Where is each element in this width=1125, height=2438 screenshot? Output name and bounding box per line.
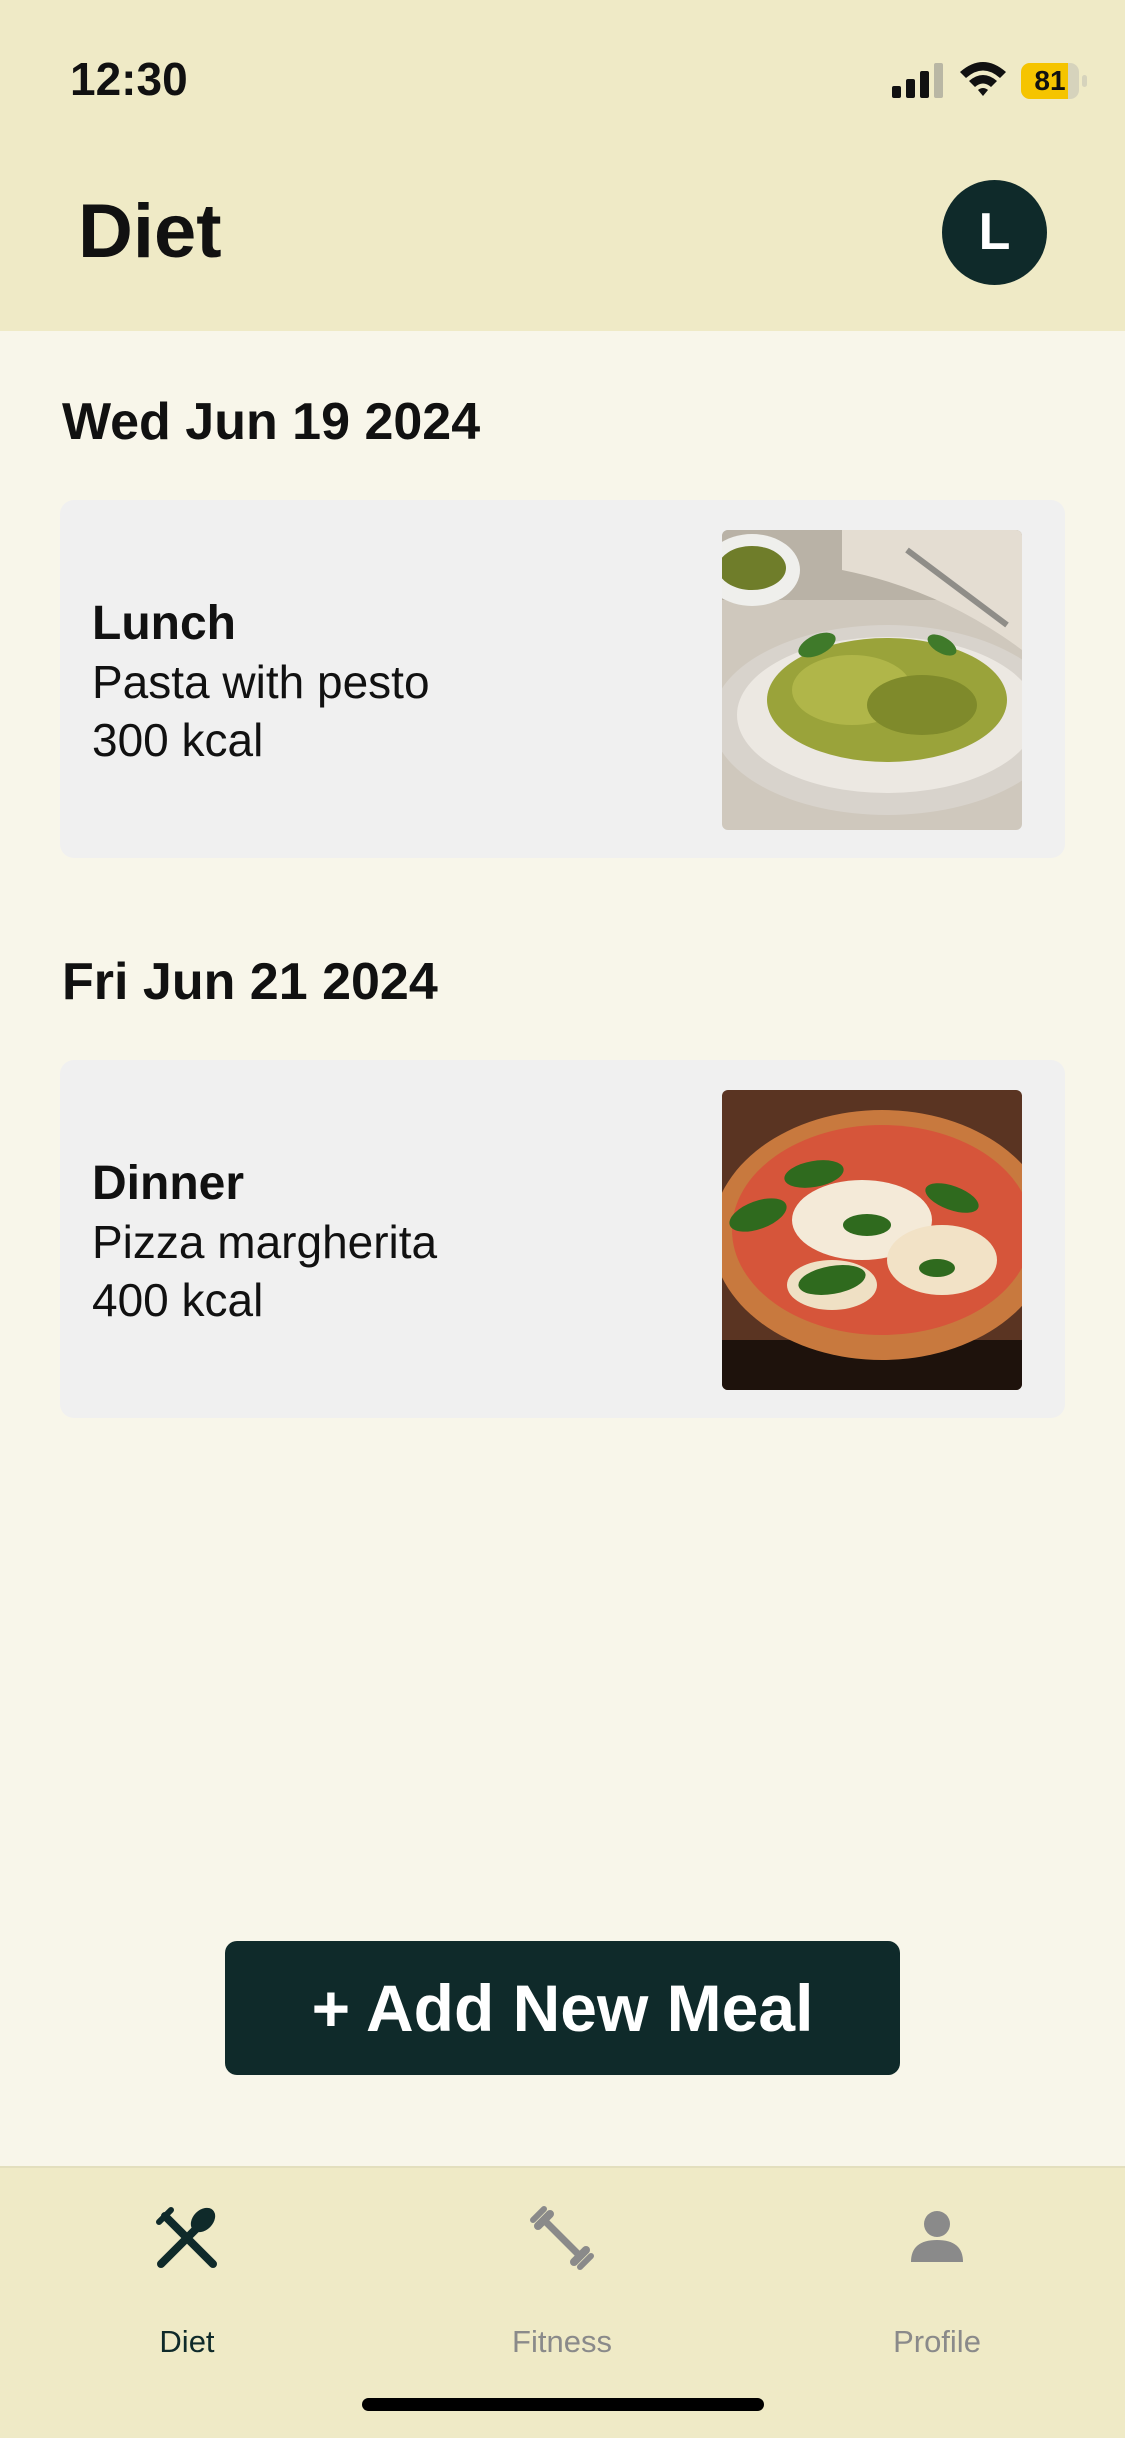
tab-label: Fitness bbox=[512, 2324, 612, 2359]
meal-card-lunch[interactable]: Lunch Pasta with pesto 300 kcal bbox=[60, 500, 1065, 858]
meal-calories: 300 kcal bbox=[92, 714, 264, 766]
dumbbell-icon bbox=[530, 2206, 594, 2270]
meal-name: Pasta with pesto bbox=[92, 656, 430, 708]
battery-level: 81 bbox=[1034, 65, 1066, 96]
header: 12:30 81 Diet L bbox=[0, 0, 1125, 331]
meal-type: Lunch bbox=[92, 597, 236, 650]
tab-fitness[interactable]: Fitness bbox=[437, 2168, 687, 2368]
wifi-icon bbox=[960, 62, 1006, 96]
meal-calories: 400 kcal bbox=[92, 1274, 264, 1326]
date-heading: Fri Jun 21 2024 bbox=[62, 953, 438, 1011]
battery-icon: 81 bbox=[1021, 63, 1087, 99]
tab-profile[interactable]: Profile bbox=[812, 2168, 1062, 2368]
status-time: 12:30 bbox=[70, 53, 188, 105]
tab-label: Profile bbox=[893, 2324, 981, 2359]
pasta-pesto-photo bbox=[722, 530, 1022, 830]
meal-type: Dinner bbox=[92, 1157, 245, 1210]
cellular-signal-icon bbox=[892, 63, 943, 98]
avatar[interactable]: L bbox=[942, 180, 1047, 285]
page-title: Diet bbox=[78, 189, 222, 274]
date-heading: Wed Jun 19 2024 bbox=[62, 393, 481, 451]
add-meal-button[interactable]: + Add New Meal bbox=[225, 1941, 900, 2075]
home-indicator[interactable] bbox=[362, 2398, 764, 2411]
status-bar: 12:30 81 bbox=[0, 0, 1125, 150]
diet-screen: 12:30 81 Diet L Wed Jun 19 2024 Lunch Pa… bbox=[0, 0, 1125, 2438]
utensils-icon bbox=[156, 2207, 217, 2268]
tab-diet[interactable]: Diet bbox=[62, 2168, 312, 2368]
person-icon bbox=[911, 2211, 963, 2262]
pizza-margherita-photo bbox=[722, 1090, 1022, 1390]
meal-name: Pizza margherita bbox=[92, 1216, 438, 1268]
tab-label: Diet bbox=[159, 2324, 215, 2359]
meal-card-dinner[interactable]: Dinner Pizza margherita 400 kcal bbox=[60, 1060, 1065, 1418]
